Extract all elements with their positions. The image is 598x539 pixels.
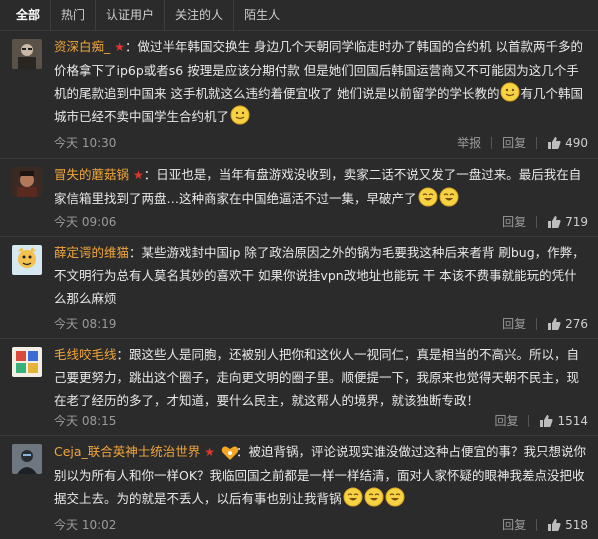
comment-actions: 举报 回复 490 (457, 134, 588, 151)
grin-emoji-icon (343, 487, 363, 507)
avatar[interactable] (12, 39, 42, 69)
timestamp: 今天 08:15 (54, 414, 117, 428)
comment-list: 资深白痴_ ★：做过半年韩国交换生 身边几个天朝同学临走时办了韩国的合约机 以首… (0, 31, 598, 539)
timestamp: 今天 08:19 (54, 317, 117, 331)
avatar[interactable] (12, 347, 42, 377)
divider (528, 414, 530, 427)
like-button[interactable]: 490 (547, 136, 588, 150)
reply-link[interactable]: 回复 (502, 213, 526, 230)
like-count: 1514 (557, 413, 588, 428)
grin-emoji-icon (439, 187, 459, 207)
grin-emoji-icon (418, 187, 438, 207)
comment-footer: 今天 09:06 回复 719 (54, 213, 588, 231)
tab-following[interactable]: 关注的人 (165, 0, 235, 31)
thumbs-up-icon (548, 317, 561, 330)
like-button[interactable]: 518 (547, 518, 588, 532)
smile-emoji-icon (500, 82, 520, 102)
thumbs-up-icon (548, 215, 561, 228)
like-button[interactable]: 276 (547, 317, 588, 331)
thumbs-up-icon (548, 136, 561, 149)
timestamp: 今天 10:30 (54, 136, 117, 150)
comment-body: 冒失的蘑菇锅 ★：日亚也是，当年有盘游戏没收到，卖家二话不说又发了一盘过来。最后… (54, 163, 588, 210)
comment-footer: 今天 10:02 回复 518 (54, 516, 588, 534)
tab-verified[interactable]: 认证用户 (96, 0, 166, 31)
tab-all[interactable]: 全部 (12, 0, 52, 31)
divider (536, 317, 538, 330)
avatar[interactable] (12, 167, 42, 197)
divider (491, 136, 493, 149)
tab-hot[interactable]: 热门 (51, 0, 97, 31)
comment-body: 薛定谔的维猫：某些游戏封中国ip 除了政治原因之外的锅为毛要我这种后来者背 刷b… (54, 241, 588, 310)
comment-actions: 回复 276 (502, 315, 588, 332)
comment-actions: 回复 1514 (494, 412, 588, 429)
divider (536, 518, 538, 531)
timestamp: 今天 09:06 (54, 215, 117, 229)
vip-star-icon: ★ (133, 168, 144, 182)
thumbs-up-icon (540, 414, 554, 427)
avatar[interactable] (12, 245, 42, 275)
reply-link[interactable]: 回复 (494, 412, 518, 429)
comment-body: 资深白痴_ ★：做过半年韩国交换生 身边几个天朝同学临走时办了韩国的合约机 以首… (54, 35, 588, 128)
report-link[interactable]: 举报 (457, 134, 481, 151)
like-button[interactable]: 1514 (539, 414, 588, 428)
comment-body: Ceja_联合英神士统治世界 ★ ：被迫背锅，评论说现实谁没做过这种占便宜的事？… (54, 440, 588, 510)
like-button[interactable]: 719 (547, 215, 588, 229)
comment-item: 薛定谔的维猫：某些游戏封中国ip 除了政治原因之外的锅为毛要我这种后来者背 刷b… (0, 237, 598, 339)
comment-item: Ceja_联合英神士统治世界 ★ ：被迫背锅，评论说现实谁没做过这种占便宜的事？… (0, 436, 598, 539)
username[interactable]: 薛定谔的维猫 (54, 245, 129, 260)
comment-footer: 今天 08:19 回复 276 (54, 315, 588, 333)
reply-link[interactable]: 回复 (502, 134, 526, 151)
comment-item: 冒失的蘑菇锅 ★：日亚也是，当年有盘游戏没收到，卖家二话不说又发了一盘过来。最后… (0, 159, 598, 237)
thumbs-up-icon (548, 518, 561, 531)
username[interactable]: 冒失的蘑菇锅 (54, 167, 129, 182)
reply-link[interactable]: 回复 (502, 315, 526, 332)
avatar[interactable] (12, 444, 42, 474)
like-count: 490 (565, 135, 588, 150)
filter-tabs: 全部 热门 认证用户 关注的人 陌生人 (0, 0, 598, 31)
vip-star-icon: ★ (114, 40, 126, 54)
divider (536, 215, 538, 228)
grin-emoji-icon (364, 487, 384, 507)
heart-crown-badge-icon (220, 443, 239, 460)
username[interactable]: 资深白痴_ (54, 39, 110, 54)
username[interactable]: 毛线咬毛线 (54, 347, 117, 362)
grin-emoji-icon (385, 487, 405, 507)
username[interactable]: Ceja_联合英神士统治世界 (54, 444, 200, 459)
like-count: 518 (565, 517, 588, 532)
comment-footer: 今天 08:15 回复 1514 (54, 412, 588, 430)
divider (536, 136, 538, 149)
comment-footer: 今天 10:30 举报 回复 490 (54, 134, 588, 152)
comment-item: 资深白痴_ ★：做过半年韩国交换生 身边几个天朝同学临走时办了韩国的合约机 以首… (0, 31, 598, 159)
like-count: 276 (565, 316, 588, 331)
comment-body: 毛线咬毛线：跟这些人是同胞，还被别人把你和这伙人一视同仁，真是相当的不高兴。所以… (54, 343, 588, 412)
comment-actions: 回复 518 (502, 516, 588, 533)
tab-strangers[interactable]: 陌生人 (234, 0, 290, 31)
comment-text: ：某些游戏封中国ip 除了政治原因之外的锅为毛要我这种后来者背 刷bug，作弊，… (54, 245, 585, 306)
comment-item: 毛线咬毛线：跟这些人是同胞，还被别人把你和这伙人一视同仁，真是相当的不高兴。所以… (0, 339, 598, 436)
smile-emoji-icon (230, 105, 250, 125)
reply-link[interactable]: 回复 (502, 516, 526, 533)
comment-actions: 回复 719 (502, 213, 588, 230)
comment-text: ：跟这些人是同胞，还被别人把你和这伙人一视同仁，真是相当的不高兴。所以，自己要更… (54, 347, 580, 408)
timestamp: 今天 10:02 (54, 518, 117, 532)
vip-star-icon: ★ (204, 445, 216, 459)
like-count: 719 (565, 214, 588, 229)
